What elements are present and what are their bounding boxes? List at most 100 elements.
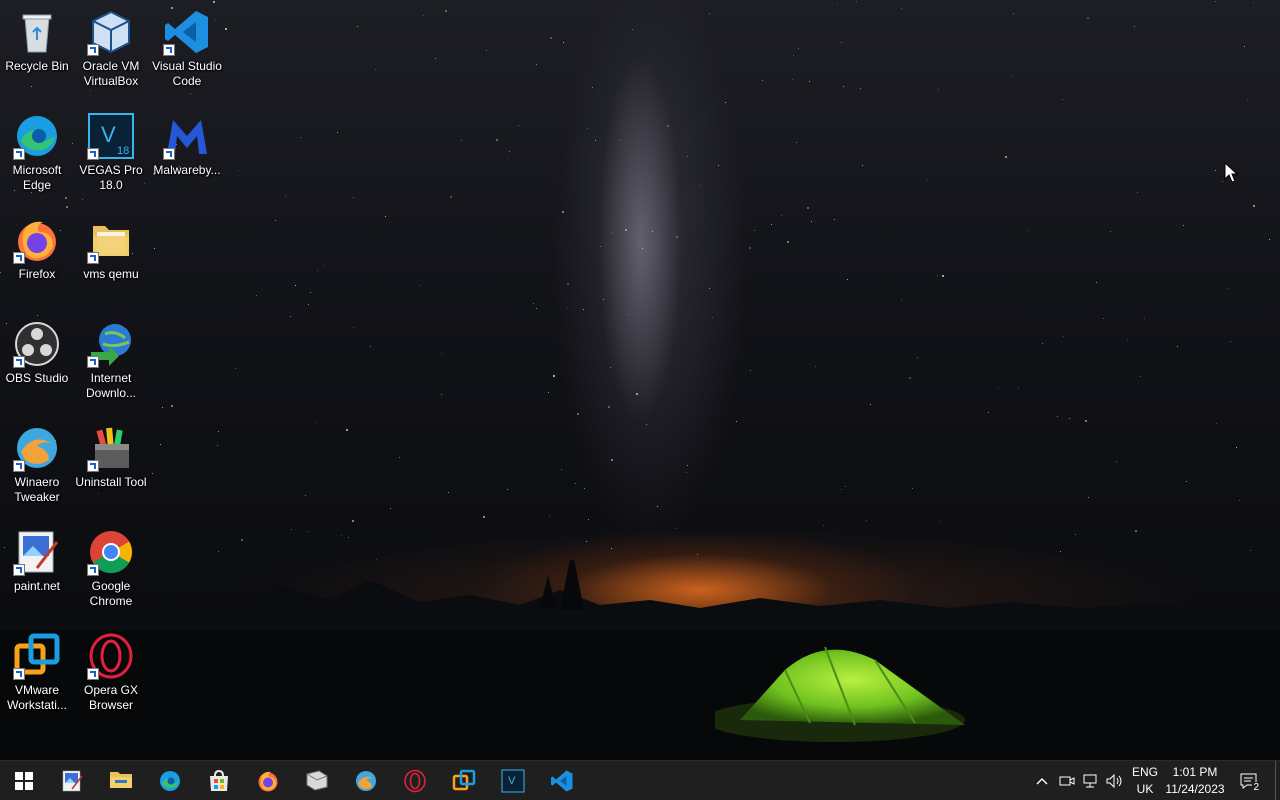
star <box>1116 461 1117 462</box>
star <box>793 55 794 56</box>
taskbar-button-edge[interactable] <box>146 761 194 800</box>
vmware-icon <box>13 632 61 680</box>
star <box>686 472 687 473</box>
star <box>1069 418 1070 419</box>
star <box>912 488 913 489</box>
taskbar-button-firefox[interactable] <box>244 761 292 800</box>
star <box>435 58 436 59</box>
star <box>1110 231 1111 232</box>
star <box>441 394 442 395</box>
star <box>1134 26 1135 27</box>
desktop-icon-folder[interactable]: vms qemu <box>74 208 148 282</box>
desktop-icon-chrome[interactable]: Google Chrome <box>74 520 148 609</box>
show-desktop-button[interactable] <box>1275 761 1280 800</box>
star <box>291 529 292 530</box>
desktop-icon-paintnet[interactable]: paint.net <box>0 520 74 594</box>
star <box>441 353 442 354</box>
desktop-icon-virtualbox[interactable]: Oracle VM VirtualBox <box>74 0 148 89</box>
star <box>1085 420 1087 422</box>
taskbar-button-winaero-tweaker[interactable] <box>342 761 390 800</box>
star <box>627 314 628 315</box>
taskbar-button-vegas-pro[interactable]: V <box>489 761 537 800</box>
desktop-icon-label: Opera GX Browser <box>83 683 139 712</box>
desktop-icon-recycle-bin[interactable]: Recycle Bin <box>0 0 74 74</box>
star <box>823 525 824 526</box>
star <box>561 469 562 470</box>
desktop-icon-label: OBS Studio <box>5 371 69 385</box>
star <box>307 531 308 532</box>
star <box>1018 387 1019 388</box>
desktop-icon-label: Microsoft Edge <box>12 163 62 192</box>
star <box>90 90 91 91</box>
desktop-icon-internet-download-manager[interactable]: Internet Downlo... <box>74 312 148 401</box>
star <box>353 197 354 198</box>
tray-network-button[interactable] <box>1080 761 1102 800</box>
vscode-icon <box>550 769 574 793</box>
taskbar-button-vmware[interactable] <box>440 761 488 800</box>
star <box>375 69 376 70</box>
network-icon <box>1083 774 1097 788</box>
taskbar-button-vscode[interactable] <box>538 761 586 800</box>
taskbar-button-mail-app[interactable] <box>293 761 341 800</box>
desktop-icon-vmware[interactable]: VMware Workstati... <box>0 624 74 713</box>
star <box>256 295 257 296</box>
action-center-button[interactable]: 2 <box>1234 761 1264 800</box>
language-indicator[interactable]: ENG UK <box>1128 764 1162 798</box>
taskbar-button-opera-gx[interactable] <box>391 761 439 800</box>
taskbar-button-file-explorer[interactable] <box>97 761 145 800</box>
star <box>762 80 763 81</box>
star <box>620 140 621 141</box>
desktop-icon-label: VMware Workstati... <box>7 683 67 712</box>
star <box>1005 156 1007 158</box>
taskbar-button-microsoft-store[interactable] <box>195 761 243 800</box>
star <box>636 393 638 395</box>
start-button[interactable] <box>0 761 48 800</box>
star <box>275 220 276 221</box>
star <box>866 520 867 521</box>
star <box>1222 181 1223 182</box>
star <box>1253 2 1254 3</box>
tray-meet-now-button[interactable] <box>1056 761 1078 800</box>
desktop-icon-opera-gx[interactable]: Opera GX Browser <box>74 624 148 713</box>
notification-count-badge: 2 <box>1252 782 1260 793</box>
taskbar-button-paintnet[interactable] <box>48 761 96 800</box>
microsoft-store-icon <box>207 769 231 793</box>
star <box>834 219 835 220</box>
star <box>353 327 354 328</box>
star <box>917 357 918 358</box>
show-hidden-icons-button[interactable] <box>1032 761 1052 800</box>
star <box>847 279 848 280</box>
winaero-tweaker-icon <box>13 424 61 472</box>
shortcut-arrow-icon <box>13 148 25 160</box>
virtualbox-icon <box>87 8 135 56</box>
star <box>909 377 911 379</box>
recycle-bin-icon <box>13 8 61 56</box>
desktop-icon-obs[interactable]: OBS Studio <box>0 312 74 386</box>
star <box>988 412 989 413</box>
star <box>508 158 509 159</box>
star <box>815 366 816 367</box>
desktop-icon-firefox[interactable]: Firefox <box>0 208 74 282</box>
mail-app-icon <box>305 769 329 793</box>
desktop-icon-edge[interactable]: Microsoft Edge <box>0 104 74 193</box>
desktop-icon-label: paint.net <box>13 579 61 593</box>
star <box>496 139 498 141</box>
taskbar-clock[interactable]: 1:01 PM 11/24/2023 <box>1160 764 1230 798</box>
desktop-icon-vscode[interactable]: Visual Studio Code <box>150 0 224 89</box>
star <box>1177 346 1178 347</box>
desktop-icon-label: VEGAS Pro 18.0 <box>79 163 143 192</box>
star <box>938 89 939 90</box>
desktop-icon-label: Oracle VM VirtualBox <box>82 59 140 88</box>
tray-volume-button[interactable] <box>1104 761 1126 800</box>
desktop-icon-vegas-pro[interactable]: V 18 VEGAS Pro 18.0 <box>74 104 148 193</box>
shortcut-arrow-icon <box>87 356 99 368</box>
star <box>1060 551 1061 552</box>
shortcut-arrow-icon <box>87 564 99 576</box>
vscode-icon <box>163 8 211 56</box>
star <box>901 8 902 9</box>
paintnet-icon <box>13 528 61 576</box>
desktop-icon-uninstall-tool[interactable]: Uninstall Tool <box>74 416 148 490</box>
desktop-icon-winaero-tweaker[interactable]: Winaero Tweaker <box>0 416 74 505</box>
desktop-icon-malwarebytes[interactable]: Malwareby... <box>150 104 224 178</box>
star <box>939 521 940 522</box>
